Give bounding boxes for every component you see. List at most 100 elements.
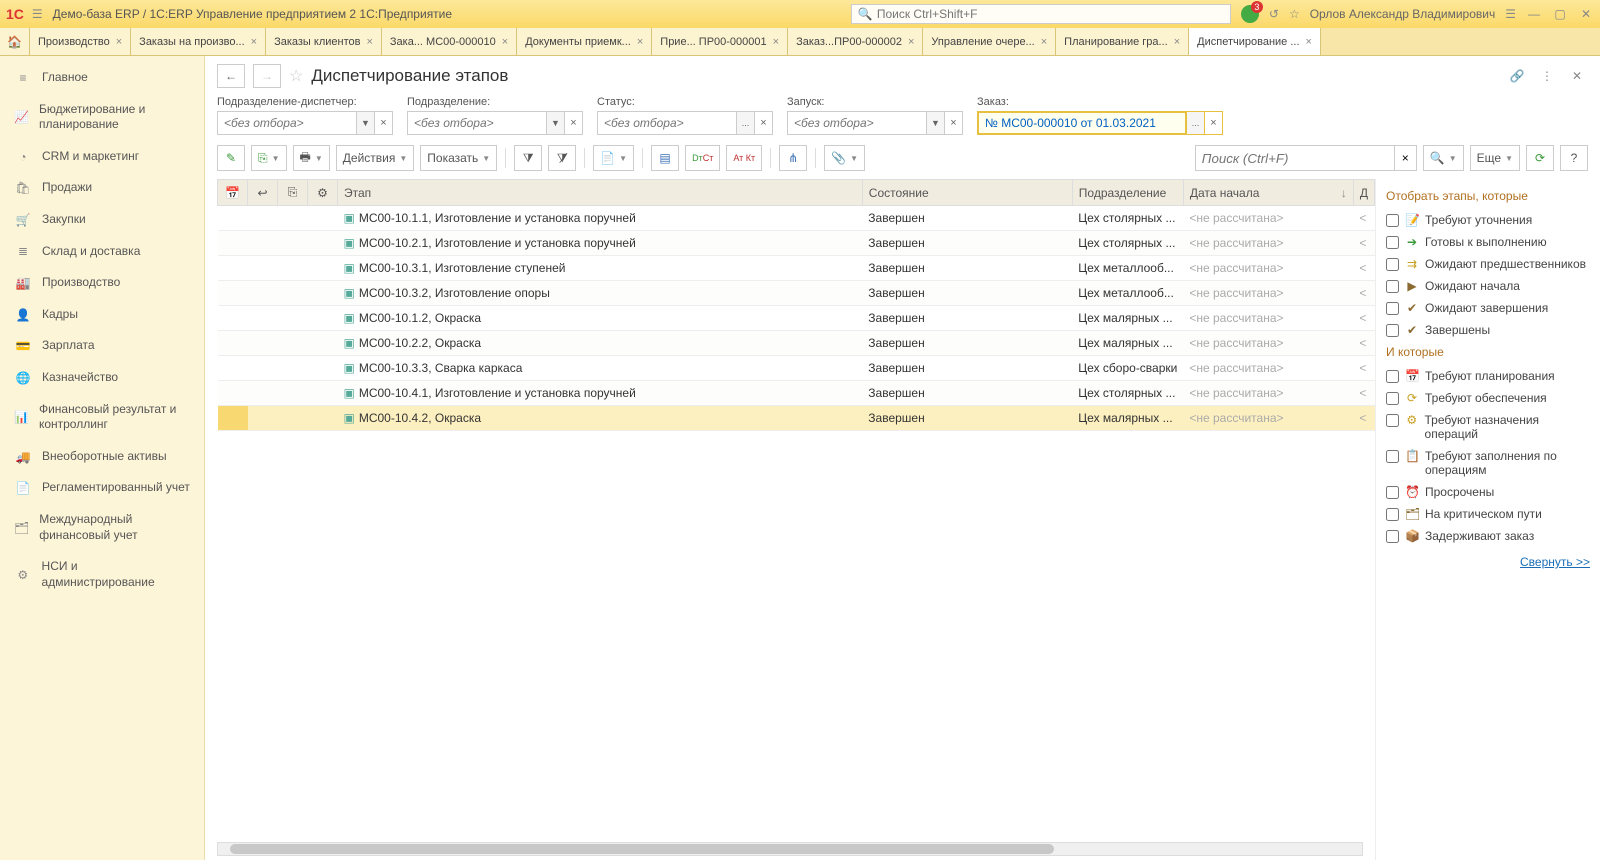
filter-check-row[interactable]: ✔Завершены <box>1386 319 1590 341</box>
dropdown-icon[interactable]: ▼ <box>547 111 565 135</box>
filter-check-row[interactable]: 📦Задерживают заказ <box>1386 525 1590 547</box>
more-button[interactable]: Еще▼ <box>1470 145 1520 171</box>
tab[interactable]: Диспетчирование ...× <box>1189 28 1321 55</box>
actions-button[interactable]: Действия▼ <box>336 145 415 171</box>
col-dept[interactable]: Подразделение <box>1072 180 1183 206</box>
filter-checkbox[interactable] <box>1386 280 1399 293</box>
more-icon[interactable]: ⋮ <box>1536 65 1558 87</box>
col-stage[interactable]: Этап <box>338 180 863 206</box>
filter-check-row[interactable]: 📝Требуют уточнения <box>1386 209 1590 231</box>
dropdown-icon[interactable]: ▼ <box>927 111 945 135</box>
filter-check-row[interactable]: 📋Требуют заполнения по операциям <box>1386 445 1590 481</box>
filter-check-row[interactable]: ✔Ожидают завершения <box>1386 297 1590 319</box>
filter-status-input[interactable] <box>597 111 737 135</box>
col-gear[interactable]: ⚙ <box>308 180 338 206</box>
print-button[interactable]: 🖶▼ <box>293 145 330 171</box>
sidebar-item[interactable]: ⚙НСИ и администрирование <box>0 551 204 598</box>
filter-check-row[interactable]: ⏰Просрочены <box>1386 481 1590 503</box>
table-search-input[interactable] <box>1195 145 1395 171</box>
link-icon[interactable]: 🔗 <box>1506 65 1528 87</box>
filter-checkbox[interactable] <box>1386 392 1399 405</box>
table-row[interactable]: ▣МС00-10.4.1, Изготовление и установка п… <box>218 381 1375 406</box>
col-link[interactable]: ↩ <box>248 180 278 206</box>
tab-close-icon[interactable]: × <box>1041 36 1047 48</box>
sidebar-item[interactable]: 📄Регламентированный учет <box>0 472 204 504</box>
filter-checkbox[interactable] <box>1386 236 1399 249</box>
filter-checkbox[interactable] <box>1386 214 1399 227</box>
sidebar-item[interactable]: ≡Главное <box>0 62 204 94</box>
table-row[interactable]: ▣МС00-10.1.2, ОкраскаЗавершенЦех малярны… <box>218 306 1375 331</box>
col-copy[interactable]: ⎘ <box>278 180 308 206</box>
home-tab[interactable]: 🏠 <box>0 28 30 55</box>
table-row[interactable]: ▣МС00-10.1.1, Изготовление и установка п… <box>218 206 1375 231</box>
edit-button[interactable]: ✎ <box>217 145 245 171</box>
dropdown-icon[interactable]: ... <box>737 111 755 135</box>
clear-icon[interactable]: × <box>755 111 773 135</box>
table-row[interactable]: ▣МС00-10.2.2, ОкраскаЗавершенЦех малярны… <box>218 331 1375 356</box>
tab-close-icon[interactable]: × <box>908 36 914 48</box>
tab[interactable]: Прие... ПР00-000001× <box>652 28 788 55</box>
dropdown-icon[interactable]: ... <box>1187 111 1205 135</box>
tab-close-icon[interactable]: × <box>773 36 779 48</box>
filter-clear-button[interactable]: ⧩̸ <box>548 145 576 171</box>
table-row[interactable]: ▣МС00-10.4.2, ОкраскаЗавершенЦех малярны… <box>218 406 1375 431</box>
tab[interactable]: Документы приемк...× <box>517 28 652 55</box>
table-row[interactable]: ▣МС00-10.3.1, Изготовление ступенейЗавер… <box>218 256 1375 281</box>
filter-check-row[interactable]: ⚙Требуют назначения операций <box>1386 409 1590 445</box>
share-button[interactable]: ⋔ <box>779 145 807 171</box>
settings-icon[interactable]: ☰ <box>1505 7 1516 21</box>
menu-icon[interactable]: ☰ <box>32 7 43 21</box>
maximize-button[interactable]: ▢ <box>1552 7 1568 21</box>
tab[interactable]: Заказ...ПР00-000002× <box>788 28 923 55</box>
filter-checkbox[interactable] <box>1386 530 1399 543</box>
tab[interactable]: Управление очере...× <box>923 28 1056 55</box>
sidebar-item[interactable]: ≣Склад и доставка <box>0 236 204 268</box>
copy-button[interactable]: ⎘▼ <box>251 145 287 171</box>
attach-button[interactable]: 📎▼ <box>824 145 865 171</box>
sidebar-item[interactable]: 🗂Международный финансовый учет <box>0 504 204 551</box>
col-end[interactable]: Д <box>1353 180 1374 206</box>
sidebar-item[interactable]: 🌐Казначейство <box>0 362 204 394</box>
tab[interactable]: Планирование гра...× <box>1056 28 1189 55</box>
filter-button[interactable]: ⧩ <box>514 145 542 171</box>
table-row[interactable]: ▣МС00-10.3.3, Сварка каркасаЗавершенЦех … <box>218 356 1375 381</box>
filter-check-row[interactable]: ⇉Ожидают предшественников <box>1386 253 1590 275</box>
find-button[interactable]: 🔍▼ <box>1423 145 1464 171</box>
dropdown-icon[interactable]: ▼ <box>357 111 375 135</box>
collapse-link[interactable]: Свернуть >> <box>1520 555 1590 569</box>
clear-icon[interactable]: × <box>1395 145 1417 171</box>
clear-icon[interactable]: × <box>375 111 393 135</box>
col-start[interactable]: Дата начала↓ <box>1183 180 1353 206</box>
report-button[interactable]: 📄▼ <box>593 145 634 171</box>
refresh-button[interactable]: ⟳ <box>1526 145 1554 171</box>
tab-close-icon[interactable]: × <box>366 36 372 48</box>
tab-close-icon[interactable]: × <box>1306 36 1312 48</box>
col-calendar[interactable]: 📅 <box>218 180 248 206</box>
tab-close-icon[interactable]: × <box>116 36 122 48</box>
minimize-button[interactable]: — <box>1526 7 1542 21</box>
col-state[interactable]: Состояние <box>862 180 1072 206</box>
table-row[interactable]: ▣МС00-10.2.1, Изготовление и установка п… <box>218 231 1375 256</box>
table-row[interactable]: ▣МС00-10.3.2, Изготовление опорыЗавершен… <box>218 281 1375 306</box>
sidebar-item[interactable]: 📈Бюджетирование и планирование <box>0 94 204 141</box>
star-icon[interactable]: ☆ <box>1289 7 1300 21</box>
back-button[interactable]: ← <box>217 64 245 88</box>
tab-close-icon[interactable]: × <box>637 36 643 48</box>
tab[interactable]: Заказы на произво...× <box>131 28 266 55</box>
filter-check-row[interactable]: 📅Требуют планирования <box>1386 365 1590 387</box>
tab[interactable]: Производство× <box>30 28 131 55</box>
horizontal-scrollbar[interactable] <box>217 842 1363 856</box>
atkt-button[interactable]: Ат Кт <box>726 145 762 171</box>
sidebar-item[interactable]: 🛍Продажи <box>0 172 204 204</box>
history-icon[interactable]: ↺ <box>1269 7 1279 21</box>
filter-check-row[interactable]: 🗂На критическом пути <box>1386 503 1590 525</box>
tab-close-icon[interactable]: × <box>251 36 257 48</box>
global-search[interactable]: 🔍 <box>851 4 1231 24</box>
sidebar-item[interactable]: 🚚Внеоборотные активы <box>0 441 204 473</box>
tab[interactable]: Зака... МС00-000010× <box>382 28 517 55</box>
tab-close-icon[interactable]: × <box>1174 36 1180 48</box>
show-button[interactable]: Показать▼ <box>420 145 497 171</box>
favorite-icon[interactable]: ☆ <box>289 66 303 86</box>
filter-checkbox[interactable] <box>1386 486 1399 499</box>
filter-checkbox[interactable] <box>1386 324 1399 337</box>
